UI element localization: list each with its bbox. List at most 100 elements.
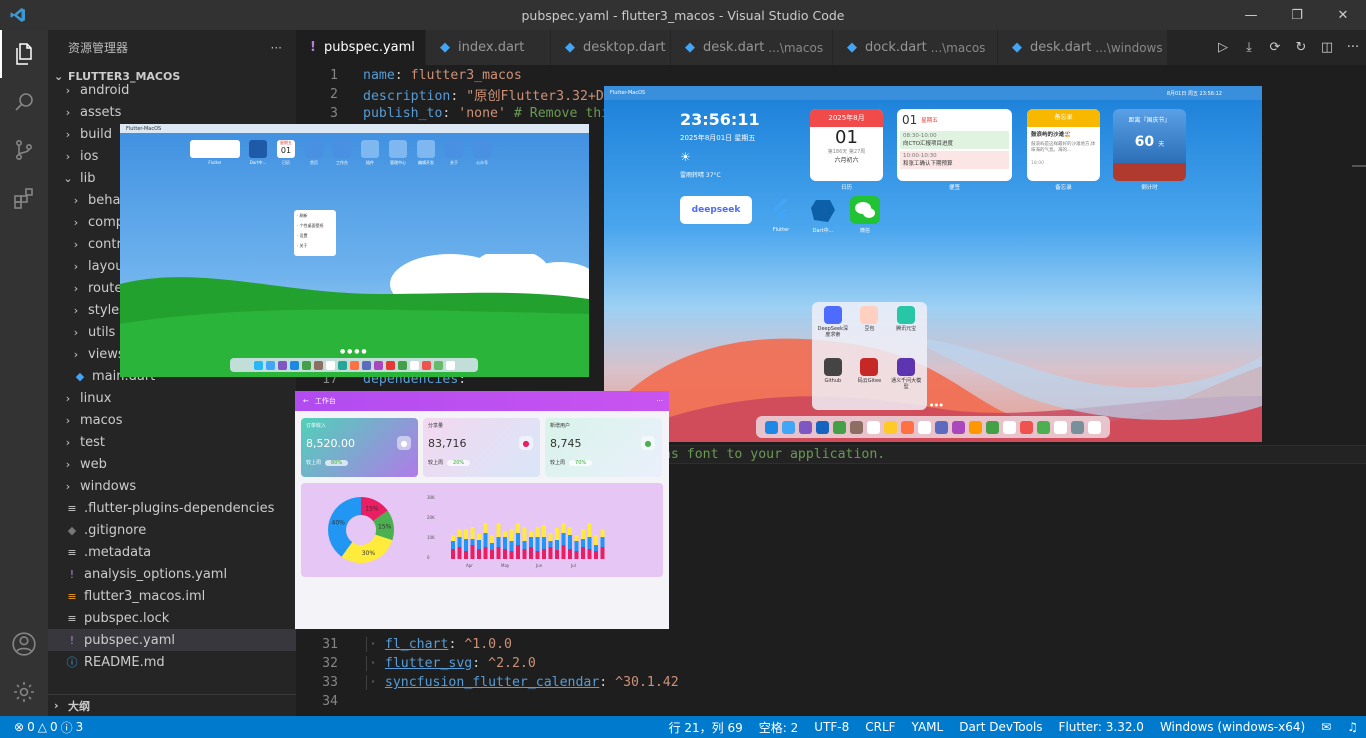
mac-dock-icon[interactable] — [1037, 420, 1050, 434]
tree-item[interactable]: ◆ .gitignore — [48, 519, 296, 541]
stat-card[interactable]: 新增用户 8,745 较上周 70% ● — [545, 418, 662, 477]
mac-dock-icon[interactable] — [952, 420, 965, 434]
tree-item[interactable]: › test — [48, 431, 296, 453]
flutter-windows-preview[interactable]: Flutter-MacOS Flutter Dart中... 星期五 01 日历 首页 工作… — [120, 124, 589, 377]
dock-app-icon[interactable] — [445, 360, 455, 370]
preview-app-icon[interactable]: Dart中... — [248, 140, 268, 166]
target-platform[interactable]: Windows (windows-x64) — [1152, 720, 1313, 734]
context-menu-item[interactable]: · 设置 — [297, 233, 333, 243]
mac-dock-icon[interactable] — [816, 420, 829, 434]
mac-dock-icon[interactable] — [765, 420, 778, 434]
dock-app-icon[interactable] — [337, 360, 347, 370]
dock-app-icon[interactable] — [349, 360, 359, 370]
tree-item[interactable]: ≡ pubspec.lock — [48, 607, 296, 629]
tab[interactable]: ◆ desk.dart ...\macos — [671, 30, 833, 65]
explorer-icon[interactable] — [0, 30, 48, 78]
run-icon[interactable]: ▷ — [1210, 40, 1236, 55]
split-editor-icon[interactable]: ◫ — [1314, 40, 1340, 55]
mac-dock-icon[interactable] — [867, 420, 880, 434]
stat-card[interactable]: 订单收入 8,520.00 较上周 80% ● — [301, 418, 418, 477]
preview-dock[interactable] — [230, 358, 478, 372]
deepseek-app-icon[interactable]: deepseek — [680, 196, 752, 224]
mac-dock-icon[interactable] — [935, 420, 948, 434]
back-arrow-icon[interactable]: ← — [303, 397, 309, 405]
context-menu[interactable]: · 刷新 · 个性桌面壁纸 · 设置 · 关于 — [294, 210, 336, 256]
launcher-app[interactable]: DeepSeek深度求索 — [816, 306, 850, 355]
dock-app-icon[interactable] — [301, 360, 311, 370]
preview-app-icon[interactable]: 插件 — [360, 140, 380, 166]
flutter-macos-preview[interactable]: Flutter-MacOS 8月01日 周五 23:56:12 23:56:11… — [604, 86, 1262, 442]
memo-widget[interactable]: 备忘录 鼓浪屿的沙滩🏖️ 鼓浪屿是这样最好的沙滩地方,体味海的气息。海的... … — [1027, 109, 1100, 181]
preview-app-icon[interactable]: 关于 — [444, 140, 464, 166]
preview-app-icon[interactable]: Flutter — [190, 140, 240, 166]
mac-dock-icon[interactable] — [1020, 420, 1033, 434]
dock-app-icon[interactable] — [373, 360, 383, 370]
dock-app-icon[interactable] — [289, 360, 299, 370]
launcher-app[interactable]: 腾讯元宝 — [889, 306, 923, 355]
encoding[interactable]: UTF-8 — [806, 720, 857, 734]
context-menu-item[interactable]: · 个性桌面壁纸 — [297, 223, 333, 233]
minimize-icon[interactable]: — — [1228, 0, 1274, 30]
launcher-app[interactable]: 豆包 — [853, 306, 887, 355]
more-actions-icon[interactable]: ··· — [271, 41, 282, 55]
preview-app-icon[interactable]: 首页 — [304, 140, 324, 166]
dock-app-icon[interactable] — [313, 360, 323, 370]
dock-app-icon[interactable] — [409, 360, 419, 370]
mac-dock-icon[interactable] — [850, 420, 863, 434]
indentation[interactable]: 空格: 2 — [751, 719, 807, 736]
language-mode[interactable]: YAML — [904, 720, 952, 734]
dock-app-icon[interactable] — [433, 360, 443, 370]
dock-app-icon[interactable] — [253, 360, 263, 370]
preview-app-icon[interactable]: 管理中心 — [388, 140, 408, 166]
mac-dock-icon[interactable] — [969, 420, 982, 434]
reload-icon[interactable]: ⟳ — [1262, 40, 1288, 55]
mac-dock-icon[interactable] — [782, 420, 795, 434]
tree-item[interactable]: › linux — [48, 387, 296, 409]
account-icon[interactable] — [0, 620, 48, 668]
tree-item[interactable]: ! analysis_options.yaml — [48, 563, 296, 585]
cursor-position[interactable]: 行 21，列 69 — [661, 719, 751, 736]
dock-app-icon[interactable] — [277, 360, 287, 370]
schedule-widget[interactable]: 01 星期五 08:30-10:00 向CTO汇报项目进度 10:00-10:30 和… — [897, 109, 1012, 181]
mac-desktop-app[interactable]: Flutter — [766, 196, 796, 234]
tree-item[interactable]: ≡ flutter3_macos.iml — [48, 585, 296, 607]
mac-desktop-app[interactable]: Dart中... — [808, 196, 838, 234]
tree-item[interactable]: ⓘ README.md — [48, 651, 296, 673]
mac-dock-icon[interactable] — [799, 420, 812, 434]
tree-item[interactable]: › windows — [48, 475, 296, 497]
download-icon[interactable]: ⤓ — [1236, 40, 1262, 55]
tree-item[interactable]: ≡ .flutter-plugins-dependencies — [48, 497, 296, 519]
launcher-app[interactable]: 通义千问大模型 — [889, 357, 923, 407]
more-dots-icon[interactable]: ··· — [656, 397, 663, 405]
preview-app-icon[interactable]: 星期五 01 日历 — [276, 140, 296, 166]
workbench-preview[interactable]: ← 工作台 ··· 订单收入 8,520.00 较上周 80% ● 分享量 83,716 较上… — [295, 391, 669, 629]
flutter-version[interactable]: Flutter: 3.32.0 — [1051, 720, 1152, 734]
restart-icon[interactable]: ↻ — [1288, 40, 1314, 55]
tab[interactable]: ◆ index.dart — [426, 30, 551, 65]
mac-dock-icon[interactable] — [1071, 420, 1084, 434]
restore-icon[interactable]: ❐ — [1274, 0, 1320, 30]
dock-app-icon[interactable] — [265, 360, 275, 370]
search-icon[interactable] — [0, 78, 48, 126]
dock-app-icon[interactable] — [385, 360, 395, 370]
preview-app-icon[interactable]: 公众号 — [472, 140, 492, 166]
stat-card[interactable]: 分享量 83,716 较上周 20% ● — [423, 418, 540, 477]
more-icon[interactable]: ··· — [1340, 40, 1366, 55]
extensions-icon[interactable] — [0, 174, 48, 222]
dock-app-icon[interactable] — [421, 360, 431, 370]
mac-dock[interactable] — [756, 416, 1110, 438]
tab[interactable]: ◆ desk.dart ...\windows — [998, 30, 1168, 65]
mac-desktop-app[interactable]: 微信 — [850, 196, 880, 234]
dock-app-icon[interactable] — [325, 360, 335, 370]
mac-dock-icon[interactable] — [884, 420, 897, 434]
settings-gear-icon[interactable] — [0, 668, 48, 716]
tab[interactable]: ◆ desktop.dart — [551, 30, 671, 65]
mac-dock-icon[interactable] — [1054, 420, 1067, 434]
mac-dock-icon[interactable] — [986, 420, 999, 434]
mac-dock-icon[interactable] — [901, 420, 914, 434]
tree-item[interactable]: › web — [48, 453, 296, 475]
mac-dock-icon[interactable] — [1003, 420, 1016, 434]
context-menu-item[interactable]: · 关于 — [297, 243, 333, 253]
launcher-app[interactable]: Github — [816, 357, 850, 407]
app-launcher[interactable]: DeepSeek深度求索 豆包 腾讯元宝 Github 码云Gitee 通义千问大模型 — [812, 302, 927, 410]
